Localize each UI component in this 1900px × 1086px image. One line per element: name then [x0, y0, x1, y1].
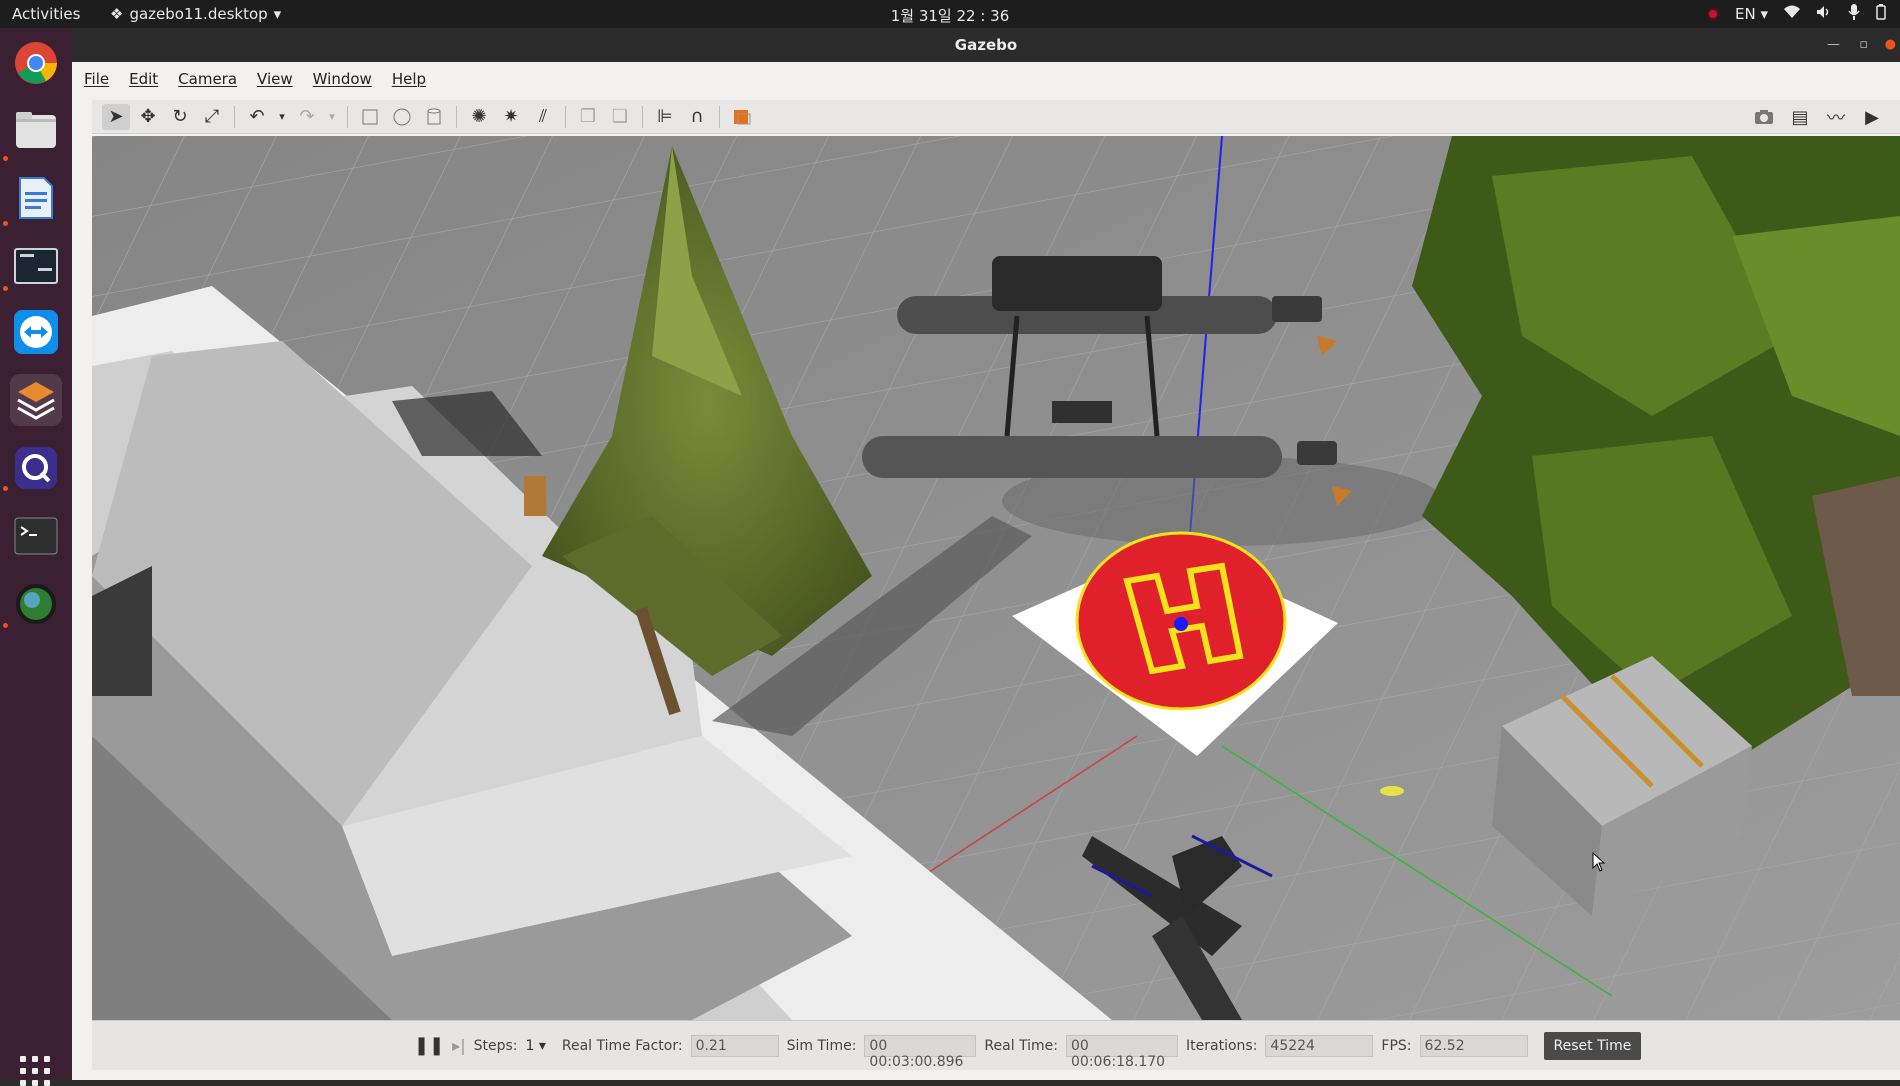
iterations-value: 45224 [1265, 1034, 1374, 1057]
minimize-icon[interactable]: — [1827, 28, 1840, 62]
simulation-status-bar: ❚❚ ▸| Steps: 1 ▾ Real Time Factor: 0.21 … [92, 1020, 1900, 1070]
plot-icon[interactable]: 〰 [1822, 104, 1850, 130]
qgc-icon [15, 447, 57, 489]
menu-file[interactable]: File [84, 70, 109, 88]
volume-icon[interactable] [1816, 5, 1832, 23]
top-bar: Activities ❖ gazebo11.desktop ▾ 1월 31일 2… [0, 0, 1900, 28]
rtf-value: 0.21 [690, 1034, 779, 1057]
change-view-icon[interactable] [728, 104, 756, 130]
document-icon [19, 177, 53, 219]
sim-time-value: 00 00:03:00.896 [864, 1034, 977, 1070]
dock [0, 28, 72, 1086]
box-shape-icon[interactable] [356, 104, 384, 130]
menu-bar: File Edit Camera View Window Help [72, 62, 1900, 96]
redo-icon[interactable]: ↷ [293, 104, 321, 130]
maximize-icon[interactable]: ▫ [1859, 28, 1868, 62]
menu-view[interactable]: View [257, 70, 293, 88]
language-indicator[interactable]: EN ▾ [1735, 5, 1768, 23]
qgroundcontrol-launcher[interactable] [10, 442, 62, 494]
directional-light-icon[interactable]: ⫽ [529, 104, 557, 130]
cylinder-shape-icon[interactable] [420, 104, 448, 130]
clock[interactable]: 1월 31일 22 : 36 [0, 5, 1900, 26]
show-applications-icon[interactable] [20, 1056, 50, 1086]
spot-light-icon[interactable]: ✷ [497, 104, 525, 130]
terminal-launcher[interactable] [10, 510, 62, 562]
files-launcher[interactable] [10, 104, 62, 156]
microphone-icon[interactable] [1848, 4, 1860, 24]
battery-icon[interactable] [1876, 4, 1886, 24]
gazebo-window: Gazebo — ▫ ● File Edit Camera View Windo… [72, 28, 1900, 1080]
undo-icon[interactable]: ↶ [243, 104, 271, 130]
teamviewer-icon [14, 310, 58, 354]
real-time-value: 00 00:06:18.170 [1066, 1034, 1179, 1070]
fps-value: 62.52 [1419, 1034, 1528, 1057]
chrome-launcher[interactable] [10, 37, 62, 89]
steps-value: 1 [525, 1037, 535, 1054]
sphere-shape-icon[interactable] [388, 104, 416, 130]
steps-label: Steps: [473, 1037, 518, 1054]
system-monitor-launcher[interactable] [10, 240, 62, 292]
toolbar: ➤ ✥ ↻ ⤢ ↶ ▾ ↷ ▾ ✺ ✷ ⫽ ❐ ❏ ⊫ ∩ ▤ 〰 ▶ [92, 100, 1900, 134]
redo-history-chevron-icon[interactable]: ▾ [325, 104, 339, 130]
screenshot-icon[interactable] [1750, 104, 1778, 130]
wifi-icon[interactable] [1784, 5, 1800, 23]
monitor-icon [14, 248, 58, 284]
close-icon[interactable]: ● [1885, 28, 1896, 62]
record-indicator-icon[interactable] [1706, 8, 1719, 20]
chrome-icon [15, 42, 57, 84]
writer-launcher[interactable] [10, 172, 62, 224]
teamviewer-launcher[interactable] [10, 306, 62, 358]
translate-mode-icon[interactable]: ✥ [134, 104, 162, 130]
menu-window[interactable]: Window [313, 70, 372, 88]
scale-mode-icon[interactable]: ⤢ [198, 104, 226, 130]
menu-help[interactable]: Help [392, 70, 426, 88]
folder-icon [16, 112, 56, 148]
copy-icon[interactable]: ❐ [574, 104, 602, 130]
select-mode-icon[interactable]: ➤ [102, 103, 130, 130]
undo-history-chevron-icon[interactable]: ▾ [275, 104, 289, 130]
terminal-icon [14, 517, 58, 555]
rviz-launcher[interactable] [10, 578, 62, 630]
reset-time-button[interactable]: Reset Time [1543, 1031, 1642, 1060]
step-button[interactable]: ▸| [452, 1036, 465, 1055]
window-title: Gazebo [954, 36, 1018, 54]
sim-time-label: Sim Time: [786, 1037, 857, 1054]
sphere-app-icon [16, 584, 56, 624]
title-bar[interactable]: Gazebo — ▫ ● [72, 28, 1900, 62]
gazebo-launcher[interactable] [10, 374, 62, 426]
point-light-icon[interactable]: ✺ [465, 104, 493, 130]
gazebo-icon [17, 382, 55, 420]
menu-edit[interactable]: Edit [129, 70, 158, 88]
fps-label: FPS: [1381, 1037, 1412, 1054]
rtf-label: Real Time Factor: [561, 1037, 683, 1054]
scene-render [92, 136, 1900, 1020]
align-icon[interactable]: ⊫ [651, 104, 679, 130]
pause-button[interactable]: ❚❚ [414, 1035, 444, 1056]
log-icon[interactable]: ▤ [1786, 104, 1814, 130]
language-label: EN [1734, 5, 1756, 23]
system-tray[interactable]: EN ▾ [1706, 4, 1886, 24]
paste-icon[interactable]: ❏ [606, 104, 634, 130]
iterations-label: Iterations: [1186, 1037, 1258, 1054]
mouse-cursor-icon [1592, 852, 1606, 872]
menu-camera[interactable]: Camera [178, 70, 237, 88]
snap-icon[interactable]: ∩ [683, 104, 711, 130]
record-video-icon[interactable]: ▶ [1858, 104, 1886, 130]
3d-viewport[interactable] [92, 136, 1900, 1020]
real-time-label: Real Time: [984, 1037, 1059, 1054]
steps-spinbox[interactable]: 1 ▾ [525, 1038, 545, 1054]
rotate-mode-icon[interactable]: ↻ [166, 104, 194, 130]
